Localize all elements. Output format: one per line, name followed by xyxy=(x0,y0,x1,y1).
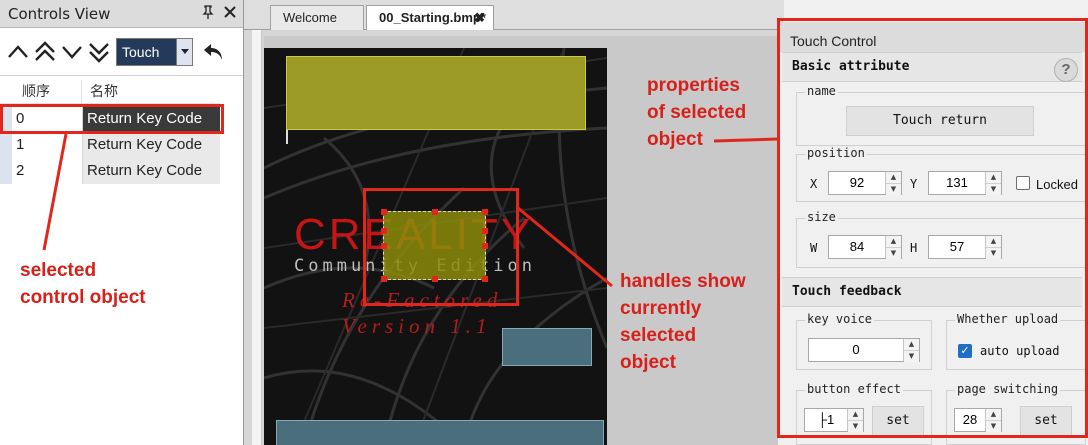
order-column-header[interactable]: 顺序 xyxy=(0,80,82,103)
editor-tabbar: Welcome 00_Starting.bmp* ✖ xyxy=(244,0,784,30)
row-order: 2 xyxy=(16,162,25,179)
properties-highlight xyxy=(777,18,1088,438)
row-indicator xyxy=(0,132,12,158)
close-tab-icon[interactable]: ✖ xyxy=(474,6,485,30)
note-line: handles show xyxy=(620,271,746,292)
note-line: control object xyxy=(20,287,146,308)
panel-title: Controls View xyxy=(8,4,111,23)
controls-toolbar: Touch xyxy=(0,28,243,76)
tab-label: Welcome xyxy=(283,10,337,25)
selected-object-highlight xyxy=(363,188,519,306)
row-name: Return Key Code xyxy=(82,158,220,184)
tab-welcome[interactable]: Welcome xyxy=(270,5,364,30)
move-bottom-icon[interactable] xyxy=(85,37,112,67)
bottom-touch-area[interactable] xyxy=(276,420,604,445)
editor-gutter xyxy=(252,0,262,445)
note-line: selected xyxy=(20,260,97,281)
tab-starting-bmp[interactable]: 00_Starting.bmp* ✖ xyxy=(366,5,494,30)
note-line: properties xyxy=(647,75,740,96)
note-line: object xyxy=(620,352,676,373)
move-top-icon[interactable] xyxy=(31,37,58,67)
properties-note: properties of selected object xyxy=(647,72,746,153)
controls-view-titlebar: Controls View xyxy=(0,0,243,28)
controls-list-header: 顺序 名称 xyxy=(0,80,220,104)
note-line: object xyxy=(647,129,703,150)
control-row[interactable]: 2 Return Key Code xyxy=(12,158,220,184)
handles-note: handles show currently selected object xyxy=(620,268,746,376)
chevron-down-icon[interactable] xyxy=(176,38,192,65)
name-column-header[interactable]: 名称 xyxy=(82,80,220,103)
note-line: selected xyxy=(620,325,697,346)
selected-row-highlight xyxy=(0,104,224,134)
row-indicator xyxy=(0,158,12,184)
note-line: of selected xyxy=(647,102,747,123)
control-row[interactable]: 1 Return Key Code xyxy=(12,132,220,158)
version-text: Version 1.1 xyxy=(342,314,492,338)
anchor-mark xyxy=(286,130,288,144)
close-panel-icon[interactable] xyxy=(221,5,239,22)
pin-icon[interactable] xyxy=(199,4,217,23)
note-line: currently xyxy=(620,298,702,319)
control-type-select[interactable]: Touch xyxy=(116,37,193,66)
move-down-icon[interactable] xyxy=(58,37,85,67)
touch-area-box[interactable] xyxy=(502,328,592,366)
row-name: Return Key Code xyxy=(82,132,220,158)
undo-icon[interactable] xyxy=(199,37,227,67)
selected-control-note: selected control object xyxy=(20,257,146,311)
move-up-icon[interactable] xyxy=(4,37,31,67)
row-order: 1 xyxy=(16,136,25,153)
header-image-area[interactable] xyxy=(286,56,586,130)
tab-label: 00_Starting.bmp* xyxy=(379,10,486,25)
app-window: Controls View Touch 顺序 名称 0 Return Key C… xyxy=(0,0,1088,445)
control-type-value: Touch xyxy=(117,38,176,65)
controls-view-panel: Controls View Touch 顺序 名称 0 Return Key C… xyxy=(0,0,244,445)
